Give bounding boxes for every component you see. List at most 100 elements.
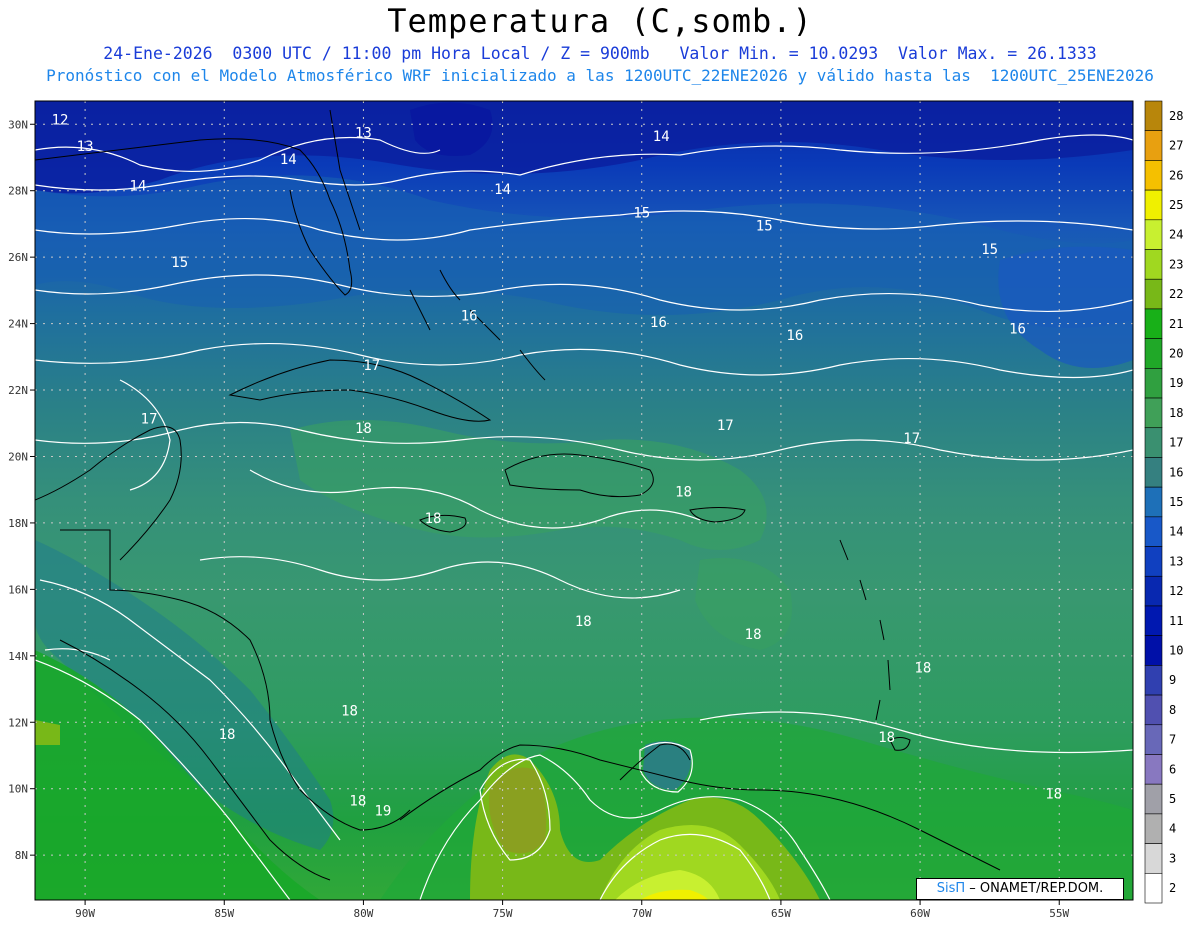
colorbar-label: 9 (1169, 673, 1176, 687)
contour-label: 15 (633, 205, 650, 221)
contour-label: 18 (425, 511, 442, 527)
colorbar-label: 13 (1169, 554, 1183, 568)
contour-label: 14 (280, 152, 297, 168)
colorbar-label: 8 (1169, 703, 1176, 717)
colorbar-swatch (1144, 278, 1163, 310)
lat-label: 22N (8, 384, 28, 397)
contour-label: 15 (981, 242, 998, 258)
colorbar-label: 6 (1169, 762, 1176, 776)
contour-label: 16 (786, 328, 803, 344)
contour-label: 17 (141, 411, 158, 427)
colorbar-swatch (1144, 130, 1163, 161)
colorbar-label: 20 (1169, 346, 1183, 360)
lat-label: 30N (8, 118, 28, 131)
lon-label: 90W (75, 907, 95, 920)
lon-label: 70W (632, 907, 652, 920)
colorbar-swatch (1144, 338, 1163, 369)
colorbar-swatch (1144, 694, 1163, 726)
credit-box: SisΠ – ONAMET/REP.DOM. (916, 878, 1124, 900)
lon-label: 55W (1049, 907, 1069, 920)
contour-label: 18 (575, 614, 592, 630)
colorbar-swatch (1144, 783, 1163, 815)
contour-label: 18 (1045, 787, 1062, 803)
colorbar-label: 12 (1169, 584, 1183, 598)
colorbar-label: 24 (1169, 228, 1183, 242)
colorbar-swatch (1144, 457, 1163, 488)
colorbar-label: 14 (1169, 525, 1183, 539)
contour-label: 17 (717, 418, 734, 434)
colorbar-label: 21 (1169, 317, 1183, 331)
lon-label: 80W (353, 907, 373, 920)
colorbar-label: 5 (1169, 792, 1176, 806)
colorbar-label: 17 (1169, 436, 1183, 450)
lat-label: 16N (8, 583, 28, 596)
colorbar-swatch (1144, 160, 1163, 191)
colorbar-swatch (1144, 368, 1163, 399)
colorbar-label: 16 (1169, 465, 1183, 479)
contour-label: 13 (77, 139, 94, 155)
colorbar-label: 7 (1169, 733, 1176, 747)
colorbar-label: 25 (1169, 198, 1183, 212)
colorbar-label: 3 (1169, 851, 1176, 865)
colorbar-swatch (1144, 754, 1163, 785)
contour-label: 14 (494, 182, 511, 198)
temperature-field (35, 101, 1133, 900)
contour-label: 18 (745, 627, 762, 643)
colorbar-label: 28 (1169, 109, 1183, 123)
colorbar-legend: 2827262524232221201918171615141312111098… (1144, 100, 1183, 904)
colorbar-swatch (1144, 872, 1163, 904)
contour-label: 12 (52, 112, 69, 128)
contour-label: 16 (1009, 322, 1026, 338)
latitude-labels: 30N 28N 26N 24N 22N 20N 18N 16N 14N 12N 10N 8N (8, 118, 35, 862)
colorbar-swatch (1144, 427, 1163, 458)
colorbar-swatch (1144, 486, 1163, 518)
lat-label: 10N (8, 783, 28, 796)
contour-label: 15 (756, 219, 773, 235)
lat-label: 18N (8, 517, 28, 530)
contour-label: 17 (363, 358, 380, 374)
contour-label: 18 (349, 793, 366, 809)
lon-label: 65W (771, 907, 791, 920)
colorbar-swatch (1144, 813, 1163, 844)
colorbar-label: 27 (1169, 139, 1183, 153)
colorbar-swatch (1144, 843, 1163, 874)
map-figure: 90W 85W 80W 75W 70W 65W 60W 55W 30N28N26N24N22N… (8, 100, 1183, 920)
lat-label: 8N (15, 849, 28, 862)
contour-label: 18 (219, 727, 236, 743)
contour-label: 18 (675, 484, 692, 500)
contour-label: 17 (903, 431, 920, 447)
contour-label: 18 (914, 660, 931, 676)
contour-label: 14 (130, 179, 147, 195)
colorbar-swatch (1144, 605, 1163, 636)
contour-label: 18 (878, 730, 895, 746)
colorbar-label: 18 (1169, 406, 1183, 420)
contour-label: 19 (374, 803, 391, 819)
colorbar-label: 22 (1169, 287, 1183, 301)
colorbar-label: 26 (1169, 168, 1183, 182)
contour-label: 16 (650, 315, 667, 331)
colorbar-swatch (1144, 724, 1163, 755)
longitude-labels: 90W 85W 80W 75W 70W 65W 60W 55W (75, 900, 1070, 920)
contour-label: 16 (461, 308, 478, 324)
lat-label: 14N (8, 650, 28, 663)
colorbar-swatch (1144, 189, 1163, 221)
contour-label: 18 (341, 704, 358, 720)
contour-label: 14 (653, 129, 670, 145)
colorbar-label: 10 (1169, 644, 1183, 658)
contour-label: 18 (355, 421, 372, 437)
lat-label: 24N (8, 318, 28, 331)
lat-label: 28N (8, 185, 28, 198)
colorbar-label: 15 (1169, 495, 1183, 509)
colorbar-swatch (1144, 249, 1163, 280)
colorbar-swatch (1144, 635, 1163, 666)
colorbar-swatch (1144, 397, 1163, 429)
sispi-logo-text: SisΠ (936, 881, 966, 896)
colorbar-label: 2 (1169, 881, 1176, 895)
colorbar-label: 23 (1169, 257, 1183, 271)
contour-label: 13 (355, 126, 372, 142)
colorbar-swatch (1144, 665, 1163, 696)
lon-label: 85W (214, 907, 234, 920)
lat-label: 20N (8, 450, 28, 463)
lat-label: 26N (8, 251, 28, 264)
credit-text: – ONAMET/REP.DOM. (965, 881, 1104, 896)
